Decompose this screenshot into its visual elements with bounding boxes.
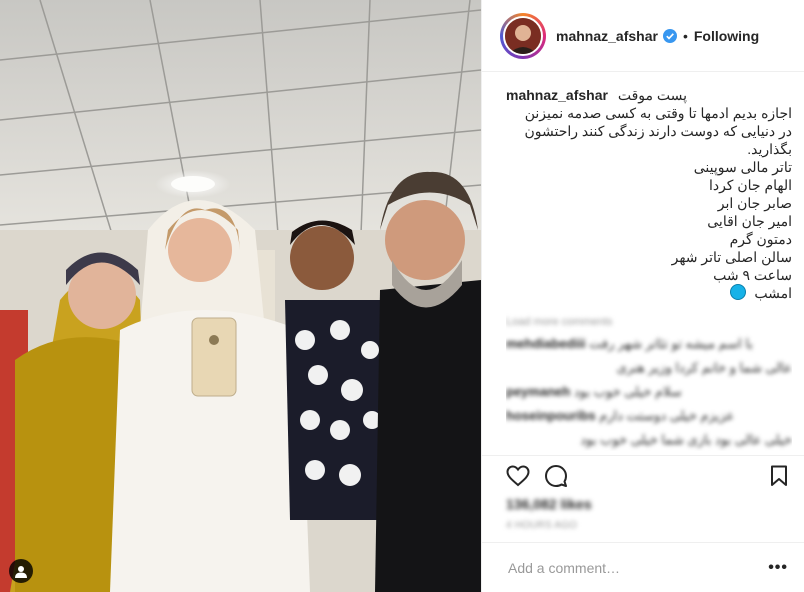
caption-username[interactable]: mahnaz_afshar xyxy=(506,87,608,103)
tagged-users-button[interactable] xyxy=(9,559,33,583)
caption-line: امیر جان اقایی xyxy=(707,213,792,229)
avatar-image xyxy=(505,17,541,54)
caption-line: دمتون گرم xyxy=(729,231,792,247)
comments-section[interactable]: mahnaz_afshar پست موقت اجازه بدیم ادمها … xyxy=(506,86,792,451)
post-timestamp[interactable]: 4 HOURS AGO xyxy=(506,520,577,531)
bookmark-icon[interactable] xyxy=(770,465,788,487)
action-bar xyxy=(482,455,804,495)
caption-line: بگذارید. xyxy=(747,141,792,157)
comment-item: peymaneh سلام خیلی خوب بود xyxy=(506,383,792,400)
post-header: mahnaz_afshar • Following xyxy=(482,0,804,72)
caption-line: الهام جان کردا xyxy=(708,177,792,193)
following-button[interactable]: Following xyxy=(694,28,759,44)
comment-user[interactable]: peymaneh xyxy=(506,384,570,399)
blue-circle-emoji xyxy=(730,284,747,300)
caption-line: در دنیایی که دوست دارند زندگی کنند راحتش… xyxy=(524,123,792,139)
story-ring[interactable] xyxy=(500,12,546,59)
add-comment-bar: ••• xyxy=(482,542,804,592)
username-link[interactable]: mahnaz_afshar xyxy=(556,28,658,44)
verified-badge-icon xyxy=(662,28,677,43)
caption: mahnaz_afshar پست موقت اجازه بدیم ادمها … xyxy=(506,86,792,302)
caption-line: سالن اصلی تاتر شهر xyxy=(671,249,792,265)
caption-line: ساعت ۹ شب xyxy=(713,267,792,283)
likes-count[interactable]: 136,082 likes xyxy=(506,496,592,512)
comment-item: خیلی عالی بود بازی شما خیلی خوب بود xyxy=(506,431,792,448)
comment-item: عالی شما و خانم کردا وزیر هنری xyxy=(506,359,792,376)
avatar[interactable] xyxy=(503,15,543,56)
comment-icon[interactable] xyxy=(544,464,568,488)
comment-text: عالی شما و خانم کردا وزیر هنری xyxy=(616,360,792,375)
comment-user[interactable]: mehdiabediii xyxy=(506,336,585,351)
caption-line-emoji: امشب xyxy=(506,284,792,302)
add-comment-input[interactable] xyxy=(506,558,769,577)
comment-item: hoseinpouribs عزیزم خیلی دوستت دارم xyxy=(506,407,792,424)
comment-item: mehdiabediii با اسم میشه تو تئاتر شهر رف… xyxy=(506,335,792,352)
post-side-panel: mahnaz_afshar • Following mahnaz_afshar … xyxy=(481,0,804,592)
caption-line: تاتر مالی سوپینی xyxy=(693,159,792,175)
comment-user[interactable]: hoseinpouribs xyxy=(506,408,596,423)
caption-line: اجازه بدیم ادمها تا وقتی به کسی صدمه نمی… xyxy=(524,105,792,121)
heart-icon[interactable] xyxy=(506,464,530,487)
comment-text: خیلی عالی بود بازی شما خیلی خوب بود xyxy=(580,432,792,447)
load-more-comments[interactable]: Load more comments xyxy=(506,316,792,328)
comment-text: عزیزم خیلی دوستت دارم xyxy=(599,408,735,423)
post-photo[interactable] xyxy=(0,0,481,592)
separator-dot: • xyxy=(682,27,688,44)
person-icon xyxy=(15,565,27,578)
more-options-icon[interactable]: ••• xyxy=(768,559,788,577)
caption-line: امشب xyxy=(754,285,792,301)
caption-line: صابر جان ابر xyxy=(717,195,792,211)
comment-text: با اسم میشه تو تئاتر شهر رفت xyxy=(589,336,753,351)
caption-line: پست موقت xyxy=(617,87,688,103)
comment-text: سلام خیلی خوب بود xyxy=(573,384,682,399)
